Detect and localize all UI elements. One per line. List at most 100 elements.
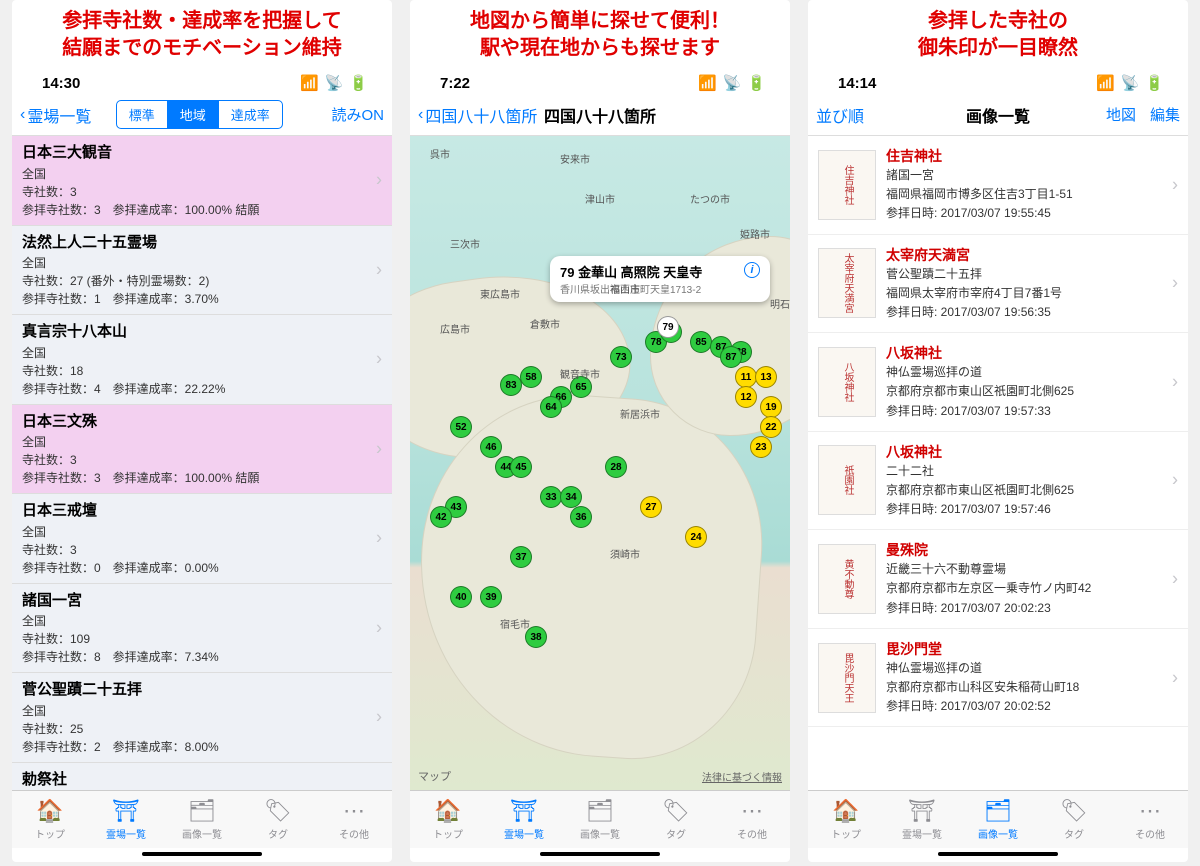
- item-count: 寺社数：3: [22, 451, 382, 469]
- seg-rate[interactable]: 達成率: [219, 101, 282, 128]
- tab-list[interactable]: ⛩霊場一覧: [88, 791, 164, 848]
- shrine-name: 八坂神社: [886, 343, 1074, 363]
- home-icon: 🏠: [832, 798, 859, 824]
- info-icon[interactable]: i: [744, 262, 760, 278]
- map-pin[interactable]: 58: [520, 366, 542, 388]
- tab-tags[interactable]: 🏷タグ: [240, 791, 316, 848]
- goshuin-list[interactable]: 住吉神社 住吉神社 諸国一宮 福岡県福岡市博多区住吉3丁目1-51 参拝日時: …: [808, 136, 1188, 790]
- list-item[interactable]: 日本三大観音 全国 寺社数：3 参拝寺社数：3 参拝達成率：100.00% 結願…: [12, 136, 392, 226]
- map-pin-selected[interactable]: 79: [657, 316, 679, 338]
- list-item[interactable]: 法然上人二十五霊場 全国 寺社数：27 (番外・特別霊場数：2) 参拝寺社数：1…: [12, 226, 392, 316]
- tab-more[interactable]: ⋯その他: [714, 791, 790, 848]
- tab-top[interactable]: 🏠トップ: [808, 791, 884, 848]
- group-name: 諸国一宮: [886, 166, 1073, 185]
- shrine-name: 八坂神社: [886, 442, 1074, 462]
- tab-list[interactable]: ⛩霊場一覧: [884, 791, 960, 848]
- tab-images[interactable]: 🗂画像一覧: [960, 791, 1036, 848]
- list-item[interactable]: 菅公聖蹟二十五拝 全国 寺社数：25 参拝寺社数：2 参拝達成率：8.00% ›: [12, 673, 392, 763]
- battery-icon: 🔋: [1145, 74, 1164, 92]
- map-city-label: 明石: [770, 296, 790, 311]
- status-icons: 📶 📡 🔋: [1096, 74, 1164, 92]
- reading-toggle[interactable]: 読みON: [331, 104, 384, 125]
- item-rate: 参拝寺社数：3 参拝達成率：100.00% 結願: [22, 201, 382, 219]
- wifi-icon: 📡: [1121, 74, 1140, 92]
- tab-images[interactable]: 🗂画像一覧: [164, 791, 240, 848]
- tab-tags[interactable]: 🏷タグ: [638, 791, 714, 848]
- map-callout[interactable]: 79 金華山 高照院 天皇寺i 香川県坂出市西庄町天皇1713-2: [550, 256, 770, 302]
- map-pin[interactable]: 36: [570, 506, 592, 528]
- chevron-right-icon: ›: [376, 346, 382, 373]
- map-pin[interactable]: 23: [750, 436, 772, 458]
- chevron-right-icon: ›: [1172, 174, 1178, 195]
- pilgrimage-list[interactable]: 日本三大観音 全国 寺社数：3 参拝寺社数：3 参拝達成率：100.00% 結願…: [12, 136, 392, 790]
- edit-button[interactable]: 編集: [1150, 104, 1180, 125]
- map-pin[interactable]: 73: [610, 346, 632, 368]
- seg-region[interactable]: 地域: [168, 101, 219, 128]
- more-icon: ⋯: [343, 798, 365, 824]
- map-pin[interactable]: 45: [510, 456, 532, 478]
- goshuin-thumbnail: 住吉神社: [818, 150, 876, 220]
- map-pin[interactable]: 85: [690, 331, 712, 353]
- segmented-control[interactable]: 標準 地域 達成率: [116, 100, 283, 129]
- map-pin[interactable]: 33: [540, 486, 562, 508]
- tab-more[interactable]: ⋯その他: [1112, 791, 1188, 848]
- tab-images[interactable]: 🗂画像一覧: [562, 791, 638, 848]
- list-item[interactable]: 毘沙門天王 毘沙門堂 神仏霊場巡拝の道 京都府京都市山科区安朱稲荷山町18 参拝…: [808, 629, 1188, 728]
- list-item[interactable]: 日本三戒壇 全国 寺社数：3 参拝寺社数：0 参拝達成率：0.00% ›: [12, 494, 392, 584]
- seg-standard[interactable]: 標準: [117, 101, 168, 128]
- map-pin[interactable]: 12: [735, 386, 757, 408]
- list-item[interactable]: 勅祭社 全国 寺社数：16 参拝寺社数：0 参拝達成率：0.00% ›: [12, 763, 392, 791]
- map-pin[interactable]: 83: [500, 374, 522, 396]
- list-item[interactable]: 住吉神社 住吉神社 諸国一宮 福岡県福岡市博多区住吉3丁目1-51 参拝日時: …: [808, 136, 1188, 235]
- item-count: 寺社数：25: [22, 720, 382, 738]
- map-pin[interactable]: 64: [540, 396, 562, 418]
- map-pin[interactable]: 52: [450, 416, 472, 438]
- map-pin[interactable]: 28: [605, 456, 627, 478]
- list-item[interactable]: 祇園社 八坂神社 二十二社 京都府京都市東山区祇園町北側625 参拝日時: 20…: [808, 432, 1188, 531]
- list-item[interactable]: 諸国一宮 全国 寺社数：109 参拝寺社数：8 参拝達成率：7.34% ›: [12, 584, 392, 674]
- map-pin[interactable]: 46: [480, 436, 502, 458]
- map-button[interactable]: 地図: [1106, 104, 1136, 125]
- tab-tags[interactable]: 🏷タグ: [1036, 791, 1112, 848]
- map-pin[interactable]: 11: [735, 366, 757, 388]
- goshuin-thumbnail: 祇園社: [818, 445, 876, 515]
- sort-button[interactable]: 並び順: [816, 103, 864, 127]
- map-pin[interactable]: 22: [760, 416, 782, 438]
- visit-date: 参拝日時: 2017/03/07 19:56:35: [886, 303, 1062, 322]
- item-title: 日本三文殊: [22, 411, 382, 434]
- item-count: 寺社数：3: [22, 183, 382, 201]
- map-pin[interactable]: 87: [720, 346, 742, 368]
- tab-top[interactable]: 🏠トップ: [12, 791, 88, 848]
- map-pin[interactable]: 13: [755, 366, 777, 388]
- map-view[interactable]: 79 金華山 高照院 天皇寺i 香川県坂出市西庄町天皇1713-2 マップ 法律…: [410, 136, 790, 790]
- map-pin[interactable]: 27: [640, 496, 662, 518]
- legal-link[interactable]: 法律に基づく情報: [702, 769, 782, 784]
- item-region: 全国: [22, 433, 382, 451]
- item-rate: 参拝寺社数：2 参拝達成率：8.00%: [22, 738, 382, 756]
- tab-list[interactable]: ⛩霊場一覧: [486, 791, 562, 848]
- list-item[interactable]: 太宰府天満宮 太宰府天満宮 菅公聖蹟二十五拝 福岡県太宰府市宰府4丁目7番1号 …: [808, 235, 1188, 334]
- map-pin[interactable]: 24: [685, 526, 707, 548]
- back-button[interactable]: ‹ 四国八十八箇所: [418, 103, 537, 127]
- goshuin-thumbnail: 黄不動尊: [818, 544, 876, 614]
- item-meta: 八坂神社 二十二社 京都府京都市東山区祇園町北側625 参拝日時: 2017/0…: [886, 442, 1074, 520]
- item-title: 日本三大観音: [22, 142, 382, 165]
- home-indicator: [142, 852, 262, 856]
- map-city-label: 観音寺市: [560, 366, 600, 381]
- map-pin[interactable]: 19: [760, 396, 782, 418]
- map-city-label: 津山市: [585, 191, 615, 206]
- map-pin[interactable]: 40: [450, 586, 472, 608]
- list-item[interactable]: 八坂神社 八坂神社 神仏霊場巡拝の道 京都府京都市東山区祇園町北側625 参拝日…: [808, 333, 1188, 432]
- visit-date: 参拝日時: 2017/03/07 20:02:23: [886, 599, 1091, 618]
- list-item[interactable]: 真言宗十八本山 全国 寺社数：18 参拝寺社数：4 参拝達成率：22.22% ›: [12, 315, 392, 405]
- tab-top[interactable]: 🏠トップ: [410, 791, 486, 848]
- map-pin[interactable]: 39: [480, 586, 502, 608]
- list-item[interactable]: 日本三文殊 全国 寺社数：3 参拝寺社数：3 参拝達成率：100.00% 結願 …: [12, 405, 392, 495]
- list-item[interactable]: 黄不動尊 曼殊院 近畿三十六不動尊霊場 京都府京都市左京区一乗寺竹ノ内町42 参…: [808, 530, 1188, 629]
- tab-more[interactable]: ⋯その他: [316, 791, 392, 848]
- map-pin[interactable]: 34: [560, 486, 582, 508]
- back-button[interactable]: ‹ 霊場一覧: [20, 103, 91, 127]
- map-pin[interactable]: 37: [510, 546, 532, 568]
- chevron-right-icon: ›: [376, 256, 382, 283]
- map-pin[interactable]: 42: [430, 506, 452, 528]
